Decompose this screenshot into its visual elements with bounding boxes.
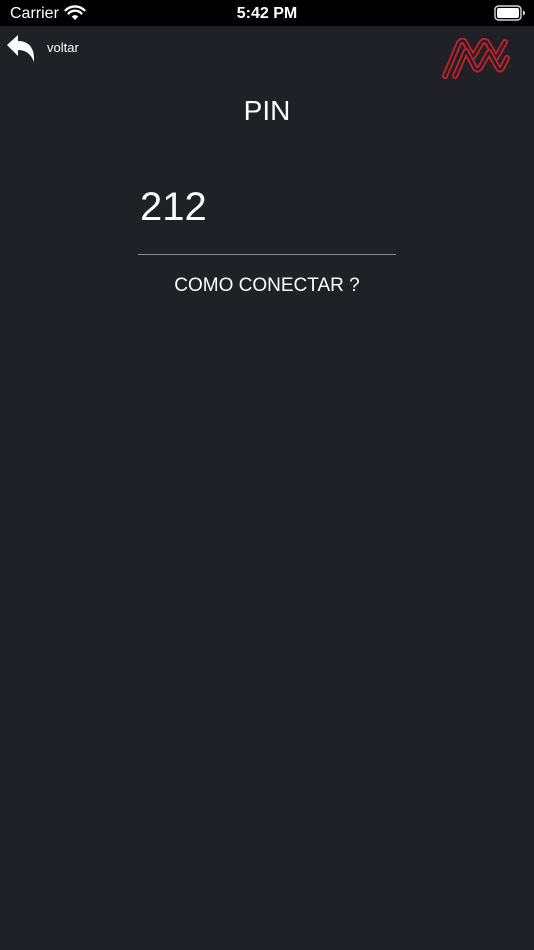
back-label: voltar — [47, 39, 79, 55]
back-button[interactable]: voltar — [6, 32, 79, 66]
how-to-connect-link[interactable]: COMO CONECTAR ? — [0, 274, 534, 298]
brand-logo-icon — [442, 38, 510, 79]
page-title: PIN — [243, 95, 291, 126]
status-bar: Carrier 5:42 PM — [0, 0, 534, 26]
back-arrow-icon — [7, 35, 35, 62]
pin-input[interactable]: 212 — [138, 180, 396, 255]
pin-value: 212 — [140, 185, 207, 229]
clock: 5:42 PM — [236, 5, 298, 22]
battery-icon — [494, 5, 525, 21]
pin-screen: Carrier 5:42 PM voltar PIN 212 COMO CONE… — [0, 0, 534, 950]
